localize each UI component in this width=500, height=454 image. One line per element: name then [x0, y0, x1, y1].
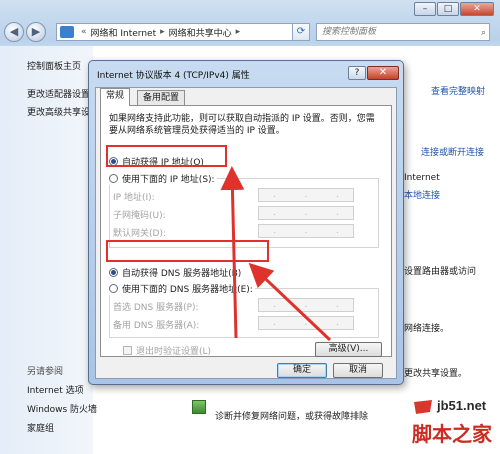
forward-button[interactable]: ▶ [26, 22, 46, 42]
minimize-button[interactable]: – [414, 2, 436, 16]
advanced-button[interactable]: 高级(V)... [315, 342, 382, 357]
maximize-button[interactable]: □ [437, 2, 459, 16]
chevron-right-icon: ▸ [160, 27, 165, 37]
control-panel-home-link[interactable]: 控制面板主页 [27, 59, 81, 72]
validate-on-exit-label: 退出时验证设置(L) [136, 347, 212, 357]
ipv4-properties-dialog: Internet 协议版本 4 (TCP/IPv4) 属性 ? ✕ 常规 备用配… [88, 60, 404, 385]
router-setup-text: 设置路由器或访问 [404, 267, 477, 277]
cancel-button[interactable]: 取消 [333, 363, 383, 378]
tab-alternate-config[interactable]: 备用配置 [137, 90, 186, 105]
subnet-mask-label: 子网掩码(U): [113, 211, 166, 221]
checkbox-icon[interactable] [123, 346, 132, 355]
homegroup-link[interactable]: 家庭组 [27, 421, 54, 434]
address-bar[interactable]: « 网络和 Internet ▸ 网络和共享中心 ▸ ▾ [56, 23, 308, 41]
breadcrumb-sharing-center[interactable]: 网络和共享中心 [169, 26, 232, 39]
network-folder-icon [60, 26, 74, 38]
dialog-title: Internet 协议版本 4 (TCP/IPv4) 属性 [97, 71, 250, 81]
default-gateway-label: 默认网关(D): [113, 229, 166, 239]
breadcrumb-network-internet[interactable]: 网络和 Internet [91, 26, 157, 39]
back-button[interactable]: ◀ [4, 22, 24, 42]
highlight-ip-auto [106, 145, 227, 167]
internet-options-link[interactable]: Internet 选项 [27, 383, 84, 396]
local-connection-link[interactable]: 本地连接 [404, 188, 440, 201]
dialog-close-button[interactable]: ✕ [367, 66, 399, 80]
address-bar-row: ◀ ▶ « 网络和 Internet ▸ 网络和共享中心 ▸ ▾ ⟳ 搜索控制面… [4, 21, 496, 43]
dns-auto-label: 自动获得 DNS 服务器地址(B) [122, 269, 242, 279]
sharing-settings-text: 更改共享设置。 [404, 369, 468, 379]
dns-auto-option[interactable]: 自动获得 DNS 服务器地址(B) [109, 266, 241, 279]
refresh-button[interactable]: ⟳ [292, 23, 310, 41]
search-input[interactable]: 搜索控制面板 ⌕ [316, 23, 490, 41]
preferred-dns-field[interactable]: ... [258, 298, 354, 312]
help-button[interactable]: ? [348, 66, 366, 80]
dns-manual-label: 使用下面的 DNS 服务器地址(E): [122, 285, 253, 295]
description-text: 如果网络支持此功能，则可以获取自动指派的 IP 设置。否则，您需要从网络系统管理… [109, 114, 375, 136]
ok-button[interactable]: 确定 [277, 363, 327, 378]
radio-selected-icon[interactable] [109, 268, 118, 277]
search-placeholder: 搜索控制面板 [322, 27, 377, 37]
radio-unselected-icon[interactable] [109, 284, 118, 293]
alternate-dns-label: 备用 DNS 服务器(A): [113, 321, 200, 331]
dialog-body: 常规 备用配置 如果网络支持此功能，则可以获取自动指派的 IP 设置。否则，您需… [95, 87, 397, 379]
preferred-dns-label: 首选 DNS 服务器(P): [113, 303, 199, 313]
alternate-dns-field[interactable]: ... [258, 316, 354, 330]
validate-on-exit-option[interactable]: 退出时验证设置(L) [123, 344, 211, 357]
highlight-dns-auto [106, 240, 269, 262]
dns-manual-option[interactable]: 使用下面的 DNS 服务器地址(E): [109, 282, 255, 295]
change-adapter-settings-link[interactable]: 更改适配器设置 [27, 87, 90, 100]
site-logo-icon [414, 400, 432, 414]
close-window-button[interactable]: ✕ [460, 2, 494, 16]
general-tab-panel: 如果网络支持此功能，则可以获取自动指派的 IP 设置。否则，您需要从网络系统管理… [100, 105, 392, 357]
search-icon: ⌕ [480, 28, 486, 38]
subnet-mask-field[interactable]: ... [258, 206, 354, 220]
watermark-name: 脚本之家 [412, 422, 492, 446]
troubleshoot-text: 诊断并修复网络问题，或获得故障排除 [215, 412, 369, 422]
view-full-map-link[interactable]: 查看完整映射 [431, 84, 485, 97]
window-controls: – □ ✕ [413, 2, 494, 16]
chevron-right-icon: ▸ [235, 27, 241, 37]
ip-address-label: IP 地址(I): [113, 193, 155, 203]
tab-general[interactable]: 常规 [100, 88, 131, 106]
radio-unselected-icon[interactable] [109, 174, 118, 183]
troubleshoot-icon [192, 400, 206, 414]
left-nav-pane: 控制面板主页 更改适配器设置 更改高级共享设置 另请参阅 Internet 选项… [0, 46, 99, 454]
internet-label: Internet [404, 173, 440, 183]
windows-firewall-link[interactable]: Windows 防火墙 [27, 402, 97, 415]
ip-manual-option[interactable]: 使用下面的 IP 地址(S): [109, 172, 217, 185]
see-also-heading: 另请参阅 [27, 367, 64, 377]
ip-address-field[interactable]: ... [258, 188, 354, 202]
chevron-icon: « [81, 27, 87, 37]
watermark-url: jb51.net [437, 398, 487, 413]
network-connection-text: 网络连接。 [404, 324, 450, 334]
connect-disconnect-link[interactable]: 连接或断开连接 [421, 145, 484, 158]
ip-manual-label: 使用下面的 IP 地址(S): [122, 175, 215, 185]
default-gateway-field[interactable]: ... [258, 224, 354, 238]
